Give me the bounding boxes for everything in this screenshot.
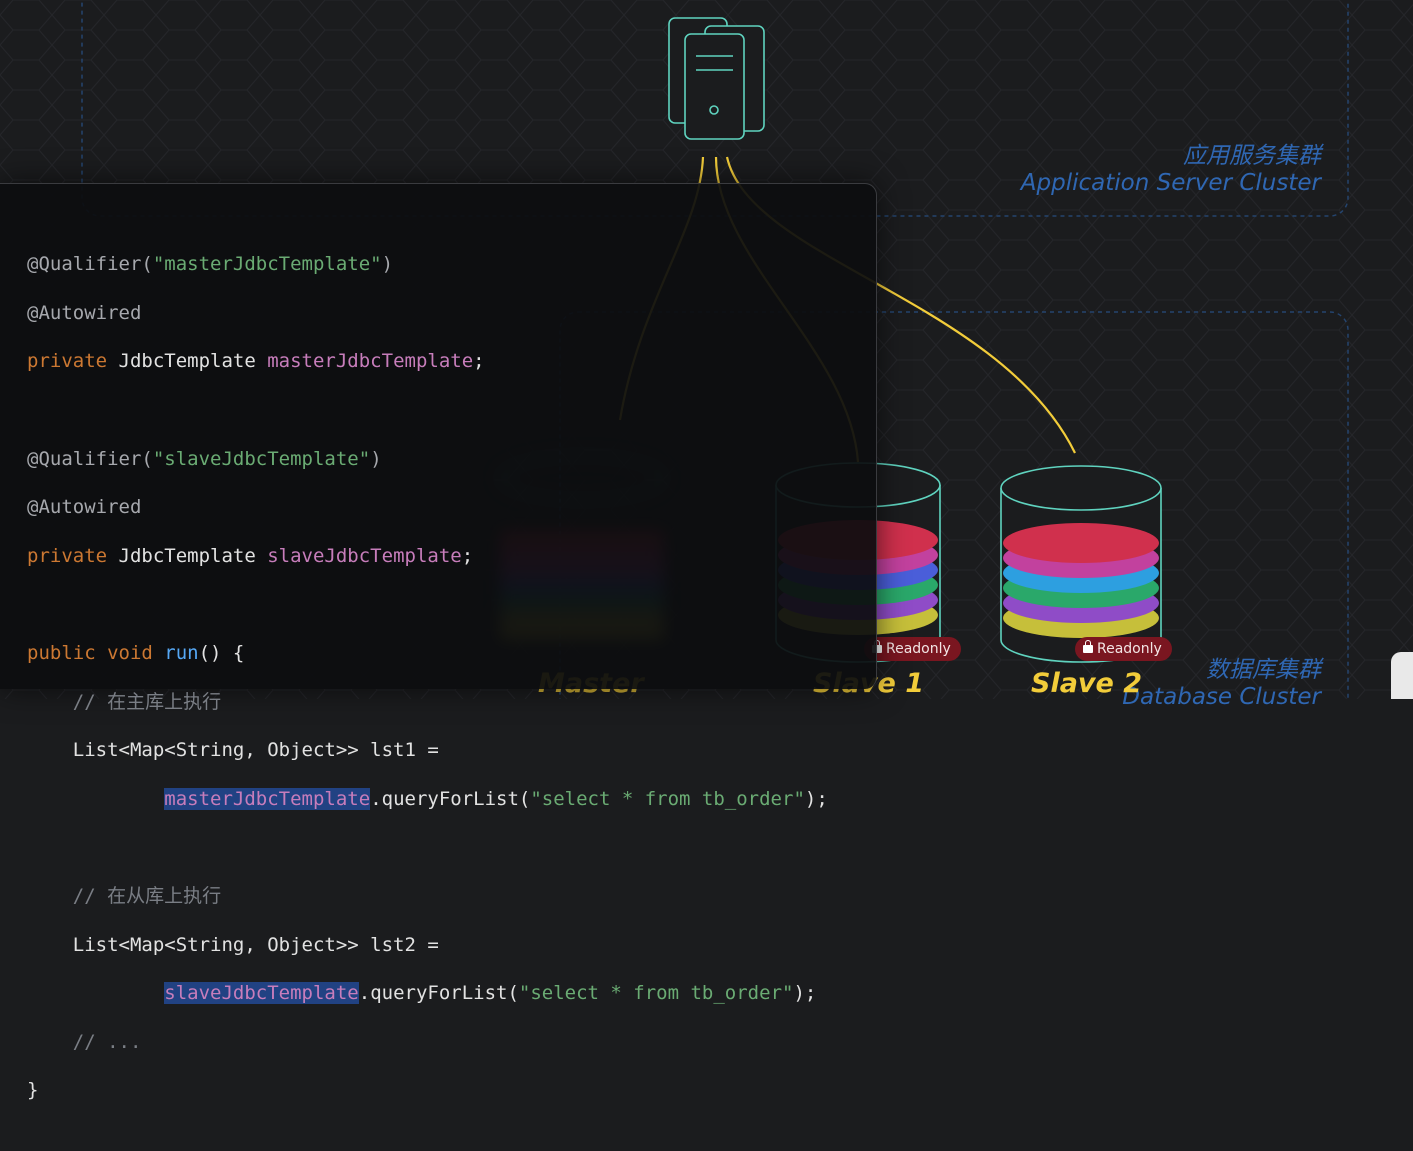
code-line: private JdbcTemplate masterJdbcTemplate; — [27, 350, 485, 373]
code-line: @Qualifier("slaveJdbcTemplate") — [27, 447, 382, 470]
app-cluster-label-cn: 应用服务集群 — [1183, 143, 1321, 169]
slave-1-readonly-badge: Readonly — [864, 637, 961, 661]
slave-2-readonly-badge: Readonly — [1075, 637, 1172, 661]
partial-overlay-shape — [1391, 652, 1413, 699]
db-cluster-label-cn: 数据库集群 — [1206, 657, 1321, 683]
slave-2-label: Slave 2 — [1031, 668, 1143, 699]
code-line: List<Map<String, Object>> lst2 = — [27, 933, 439, 956]
code-line: // ... — [27, 1030, 142, 1053]
code-line: slaveJdbcTemplate.queryForList("select *… — [164, 982, 817, 1005]
code-line: private JdbcTemplate slaveJdbcTemplate; — [27, 544, 474, 567]
code-line: // 在从库上执行 — [27, 885, 222, 908]
lock-icon — [1083, 640, 1093, 653]
code-block: @Qualifier("masterJdbcTemplate") @Autowi… — [27, 228, 828, 1151]
code-line: @Autowired — [27, 496, 142, 519]
code-line: @Qualifier("masterJdbcTemplate") — [27, 253, 394, 276]
code-line: public void run() { — [27, 642, 245, 665]
server-icon — [668, 17, 765, 140]
slave-2-database — [1000, 465, 1162, 663]
code-line: List<Map<String, Object>> lst1 = — [27, 739, 439, 762]
code-line: // 在主库上执行 — [27, 690, 222, 713]
code-line: } — [27, 1079, 39, 1102]
app-cluster-label-en: Application Server Cluster — [1020, 170, 1321, 196]
code-panel: @Qualifier("masterJdbcTemplate") @Autowi… — [0, 183, 877, 1101]
code-line: @Autowired — [27, 301, 142, 324]
db-cluster-label-en: Database Cluster — [1122, 684, 1321, 710]
code-line: masterJdbcTemplate.queryForList("select … — [164, 787, 828, 810]
